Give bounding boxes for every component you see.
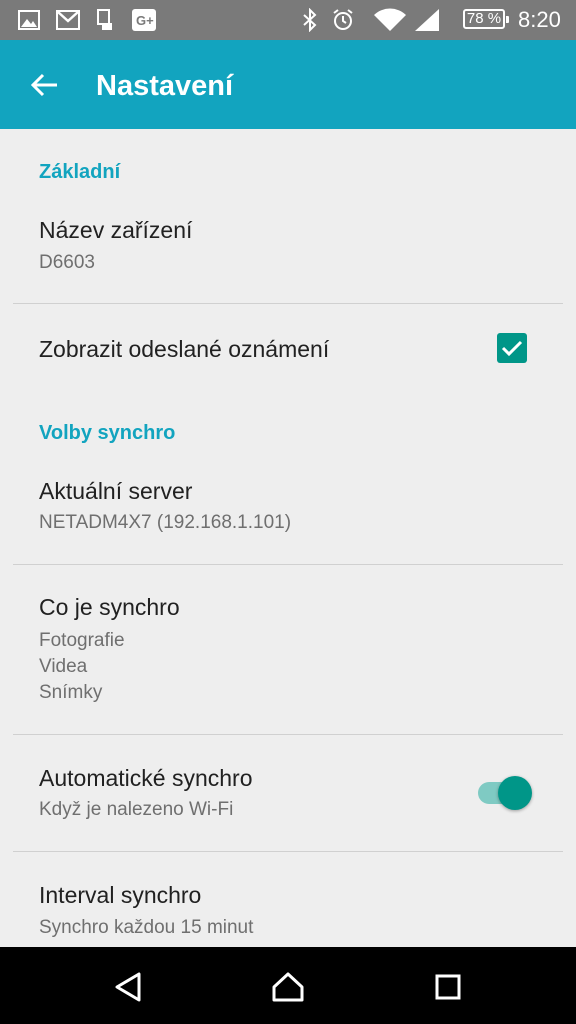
page-title: Nastavení: [96, 70, 234, 102]
pref-current-server[interactable]: Aktuální server NETADM4X7 (192.168.1.101…: [0, 459, 576, 564]
pref-show-sent-notifications[interactable]: Zobrazit odeslané oznámení: [0, 304, 576, 399]
pref-summary-item: Snímky: [39, 682, 103, 703]
alarm-icon: [331, 8, 355, 32]
pref-summary: NETADM4X7 (192.168.1.101): [39, 512, 292, 533]
battery-indicator: 78 %: [463, 9, 509, 29]
check-icon: [501, 340, 523, 357]
triangle-back-icon: [115, 972, 141, 1002]
nav-home-button[interactable]: [266, 965, 310, 1009]
pref-summary-item: Videa: [39, 656, 88, 677]
pref-device-name[interactable]: Název zařízení D6603: [0, 199, 576, 304]
arrow-left-icon: [31, 73, 57, 97]
pref-summary: Synchro každou 15 minut: [39, 917, 254, 938]
nav-back-button[interactable]: [106, 965, 150, 1009]
pref-title: Aktuální server: [39, 478, 193, 504]
device-icon: [97, 8, 113, 32]
pref-what-to-sync[interactable]: Co je synchro Fotografie Videa Snímky: [0, 565, 576, 734]
settings-list[interactable]: Základní Název zařízení D6603 Zobrazit o…: [0, 129, 576, 947]
signal-icon: [414, 8, 440, 32]
nav-recents-button[interactable]: [426, 965, 470, 1009]
pref-title: Název zařízení: [39, 217, 193, 243]
pref-summary: Když je nalezeno Wi-Fi: [39, 799, 234, 820]
google-plus-icon: G+: [132, 8, 156, 32]
image-icon: [18, 8, 40, 32]
pref-summary-item: Fotografie: [39, 630, 125, 651]
pref-auto-sync[interactable]: Automatické synchro Když je nalezeno Wi-…: [0, 735, 576, 851]
pref-title: Co je synchro: [39, 594, 180, 620]
app-bar: Nastavení: [0, 40, 576, 129]
pref-summary: D6603: [39, 252, 95, 273]
square-recents-icon: [435, 974, 461, 1000]
wifi-icon: [373, 8, 407, 32]
pref-sync-interval[interactable]: Interval synchro Synchro každou 15 minut: [0, 852, 576, 947]
section-header-basic: Základní: [39, 161, 121, 183]
svg-text:G+: G+: [136, 13, 154, 28]
status-bar: G+ 78 % 8:20: [0, 0, 576, 40]
clock: 8:20: [518, 7, 561, 32]
show-sent-checkbox[interactable]: [497, 333, 527, 363]
pref-title: Zobrazit odeslané oznámení: [39, 336, 330, 362]
bluetooth-icon: [302, 8, 318, 32]
pref-title: Automatické synchro: [39, 765, 253, 791]
gmail-icon: [56, 8, 80, 32]
back-button[interactable]: [24, 64, 66, 106]
section-header-sync: Volby synchro: [39, 422, 176, 444]
auto-sync-switch-thumb[interactable]: [498, 776, 532, 810]
navigation-bar: [0, 947, 576, 1024]
home-icon: [272, 972, 304, 1002]
pref-title: Interval synchro: [39, 882, 202, 908]
